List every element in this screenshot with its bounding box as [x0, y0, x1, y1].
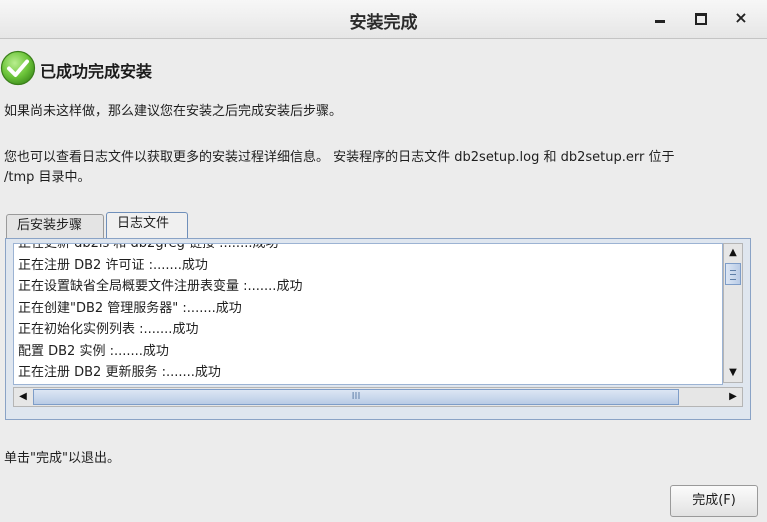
- title-bar: 安装完成 ×: [0, 0, 767, 39]
- exit-hint: 单击"完成"以退出。: [4, 451, 120, 466]
- maximize-button[interactable]: [689, 6, 713, 30]
- log-text-area[interactable]: 正在更新 db2ls 和 db2greg 链接 :.......成功 正在注册 …: [13, 243, 723, 385]
- check-circle-icon: [0, 50, 36, 86]
- log-line: 正在创建"DB2 管理服务器" :.......成功: [18, 300, 242, 316]
- close-button[interactable]: ×: [729, 6, 753, 30]
- vertical-scrollbar[interactable]: ▲ ▼: [723, 243, 743, 383]
- log-line: 配置 DB2 实例 :.......成功: [18, 343, 169, 359]
- close-icon: ×: [734, 8, 748, 27]
- scroll-right-button[interactable]: ▶: [724, 388, 742, 406]
- tab-post-install-steps[interactable]: 后安装步骤: [6, 214, 104, 238]
- log-line: 正在注册 DB2 更新服务 :.......成功: [18, 365, 221, 380]
- log-line: 正在设置缺省全局概要文件注册表变量 :.......成功: [18, 279, 303, 294]
- tab-log-file[interactable]: 日志文件: [106, 212, 188, 239]
- horizontal-scroll-thumb[interactable]: III: [33, 389, 679, 405]
- scroll-up-button[interactable]: ▲: [724, 244, 742, 262]
- scroll-left-button[interactable]: ◀: [14, 388, 32, 406]
- grip-icon: [730, 270, 736, 280]
- scroll-down-button[interactable]: ▼: [724, 364, 742, 382]
- log-info-text: 您也可以查看日志文件以获取更多的安装过程详细信息。 安装程序的日志文件 db2s…: [4, 150, 675, 165]
- log-info-text-cont: /tmp 目录中。: [4, 170, 91, 185]
- log-line: 正在初始化实例列表 :.......成功: [18, 322, 199, 337]
- maximize-icon: [695, 13, 707, 25]
- minimize-icon: [655, 20, 665, 23]
- success-heading: 已成功完成安装: [40, 62, 153, 81]
- post-install-hint: 如果尚未这样做，那么建议您在安装之后完成安装后步骤。: [4, 104, 343, 119]
- vertical-scroll-thumb[interactable]: [725, 263, 741, 285]
- minimize-button[interactable]: [648, 6, 672, 30]
- log-line: 正在更新 db2ls 和 db2greg 链接 :.......成功: [18, 243, 279, 251]
- horizontal-scrollbar[interactable]: ◀ III ▶: [13, 387, 743, 407]
- log-line: 正在注册 DB2 许可证 :.......成功: [18, 257, 208, 273]
- log-panel: 正在更新 db2ls 和 db2greg 链接 :.......成功 正在注册 …: [5, 238, 751, 420]
- finish-button[interactable]: 完成(F): [670, 485, 758, 517]
